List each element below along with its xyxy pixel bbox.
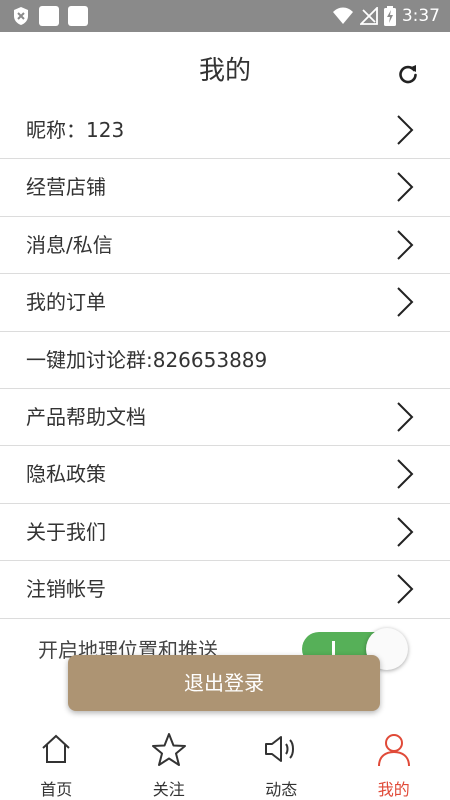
menu-item-label: 昵称：123 [26,118,125,142]
menu-item-shop[interactable]: 经营店铺 [0,159,450,217]
menu-item-label: 经营店铺 [26,175,106,200]
clock: 3:37 [401,6,440,26]
refresh-icon[interactable] [396,62,420,86]
menu-item-help-docs[interactable]: 产品帮助文档 [0,389,450,447]
page-title: 我的 [198,56,251,86]
logout-button[interactable]: 退出登录 [68,655,380,711]
signal-off-icon [359,7,378,25]
chevron-right-icon [397,115,414,145]
nav-item-follow[interactable]: 关注 [113,726,226,800]
nav-item-feed[interactable]: 动态 [225,726,338,800]
home-icon [42,734,70,763]
settings-menu: 昵称：123 经营店铺 消息/私信 我的订单 一键加讨论群:826653889 … [0,102,450,619]
notification-icons [12,6,88,26]
shield-icon [14,7,28,25]
menu-item-delete-account[interactable]: 注销帐号 [0,561,450,619]
page-header: 我的 [0,32,450,102]
menu-item-messages[interactable]: 消息/私信 [0,217,450,275]
menu-item-privacy-policy[interactable]: 隐私政策 [0,446,450,504]
chevron-right-icon [397,574,414,604]
nav-label: 首页 [40,780,73,799]
app-notification-icon [39,6,59,26]
menu-item-label: 产品帮助文档 [26,404,146,429]
menu-item-join-group[interactable]: 一键加讨论群:826653889 [0,332,450,389]
nav-item-mine[interactable]: 我的 [338,726,450,800]
menu-item-label: 注销帐号 [26,577,106,602]
nav-item-home[interactable]: 首页 [0,726,113,800]
menu-item-nickname[interactable]: 昵称：123 [0,102,450,160]
app-notification-icon [68,6,88,26]
menu-item-about-us[interactable]: 关于我们 [0,504,450,562]
chevron-right-icon [397,402,414,432]
nav-label: 我的 [377,780,410,799]
menu-item-label: 消息/私信 [26,232,113,257]
status-bar: 3:37 [0,0,450,32]
nav-label: 关注 [152,780,185,799]
menu-item-label: 关于我们 [26,519,106,544]
menu-item-label: 隐私政策 [26,462,106,487]
chevron-right-icon [397,517,414,547]
wifi-icon [332,7,353,24]
chevron-right-icon [397,287,414,317]
chevron-right-icon [397,459,414,490]
chevron-right-icon [397,230,414,260]
star-icon [151,733,186,766]
nav-label: 动态 [265,780,298,799]
speaker-icon [265,736,295,762]
battery-charging-icon [383,6,396,26]
menu-item-label: 我的订单 [26,290,106,315]
menu-item-orders[interactable]: 我的订单 [0,274,450,332]
chevron-right-icon [397,172,414,203]
user-icon [377,734,410,767]
bottom-nav: 首页 关注 动态 我的 [0,726,450,800]
menu-item-label: 一键加讨论群:826653889 [26,347,268,372]
